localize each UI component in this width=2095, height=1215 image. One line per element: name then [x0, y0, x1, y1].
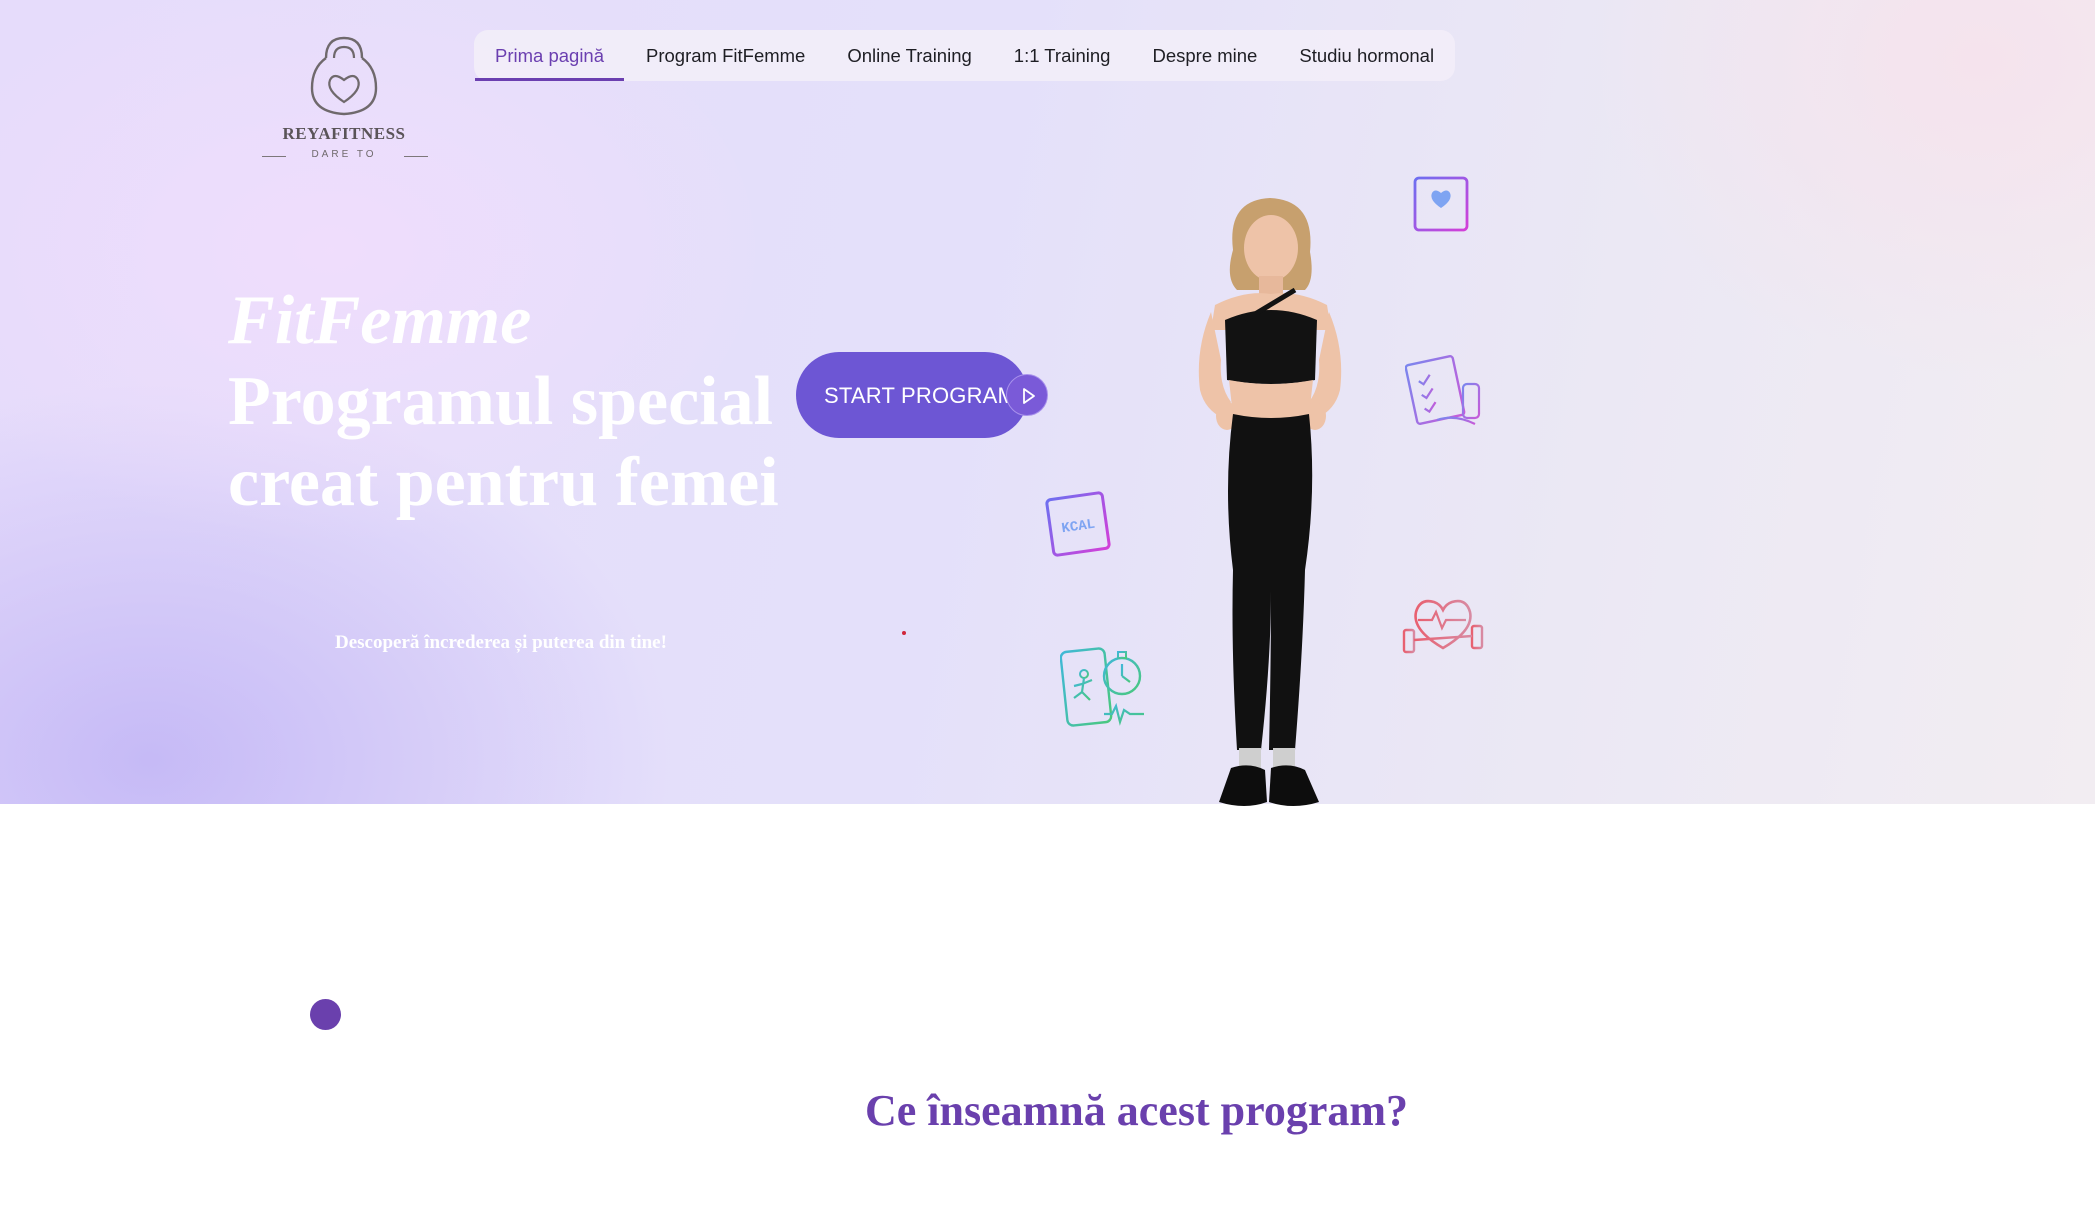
nav-item-program-fitfemme[interactable]: Program FitFemme — [626, 30, 825, 81]
main-navigation: Prima pagină Program FitFemme Online Tra… — [474, 30, 1456, 81]
clipboard-checklist-icon — [1405, 355, 1481, 425]
logo-divider — [404, 156, 428, 157]
nav-item-prima-pagina[interactable]: Prima pagină — [475, 30, 625, 81]
start-program-label: START PROGRAM — [824, 383, 1017, 408]
hero-title: FitFemme Programul special creat pentru … — [228, 280, 788, 523]
athlete-woman-image — [1198, 198, 1342, 806]
decorative-dot — [310, 999, 341, 1030]
brand-logo[interactable]: REYAFITNESS DARE TO — [258, 32, 430, 168]
hero-section: REYAFITNESS DARE TO Prima pagină Program… — [0, 0, 2095, 806]
nav-item-despre-mine[interactable]: Despre mine — [1132, 30, 1277, 81]
hero-title-brand: FitFemme — [228, 282, 532, 359]
heart-dumbbell-icon — [1402, 599, 1484, 654]
logo-tagline: DARE TO — [311, 149, 377, 160]
kettlebell-heart-icon — [310, 36, 378, 116]
kcal-card-icon: KCAL — [1045, 491, 1111, 557]
nav-item-1-1-training[interactable]: 1:1 Training — [994, 30, 1131, 81]
nav-item-studiu-hormonal[interactable]: Studiu hormonal — [1279, 30, 1454, 81]
svg-text:KCAL: KCAL — [1061, 517, 1097, 538]
hero-tagline: Descoperă încrederea și puterea din tine… — [335, 632, 667, 653]
start-program-button[interactable]: START PROGRAM — [796, 352, 1048, 438]
decorative-dot — [902, 631, 906, 635]
play-icon — [1006, 374, 1048, 416]
hero-title-text: Programul special creat pentru femei — [228, 363, 779, 521]
phone-running-stopwatch-icon — [1060, 647, 1144, 727]
heart-card-icon — [1413, 176, 1469, 232]
logo-wordmark: REYAFITNESS — [282, 124, 406, 143]
section-title-text: Ce înseamnă acest program? — [865, 1086, 1408, 1135]
nav-item-online-training[interactable]: Online Training — [827, 30, 991, 81]
